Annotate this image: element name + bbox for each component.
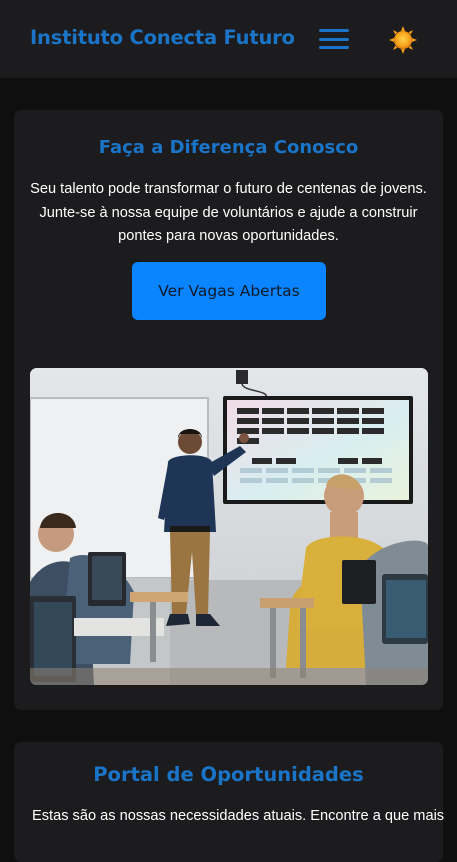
opportunities-section: Portal de Oportunidades Estas são as nos…: [14, 742, 444, 862]
site-header: Instituto Conecta Futuro: [0, 0, 457, 78]
volunteer-description: Seu talento pode transformar o futuro de…: [30, 181, 427, 244]
sun-icon[interactable]: [388, 25, 418, 55]
hamburger-menu-icon[interactable]: [317, 27, 351, 51]
volunteer-title: Faça a Diferença Conosco: [98, 137, 359, 158]
site-title[interactable]: Instituto Conecta Futuro: [30, 26, 295, 49]
volunteer-section: Faça a Diferença Conosco Seu talento pod…: [14, 110, 443, 710]
opportunities-description: Estas são as nossas necessidades atuais.…: [32, 808, 445, 824]
opportunities-title: Portal de Oportunidades: [93, 763, 364, 786]
open-positions-button[interactable]: Ver Vagas Abertas: [132, 262, 326, 320]
classroom-photo: [30, 368, 428, 685]
